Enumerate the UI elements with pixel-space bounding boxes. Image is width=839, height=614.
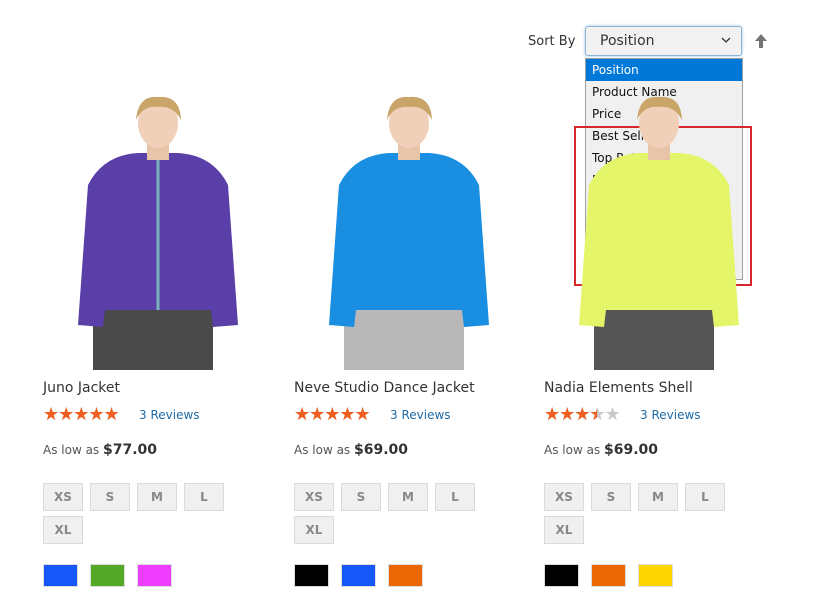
reviews-link[interactable]: 3 Reviews: [390, 408, 451, 422]
sort-selected-value: Position: [600, 33, 655, 49]
color-options: [43, 564, 172, 587]
size-swatch[interactable]: L: [184, 483, 224, 511]
size-swatch[interactable]: M: [388, 483, 428, 511]
color-swatch[interactable]: [638, 564, 673, 587]
arrow-up-icon[interactable]: [754, 33, 768, 49]
price-value: $77.00: [103, 442, 158, 458]
size-swatch[interactable]: S: [341, 483, 381, 511]
color-swatch[interactable]: [388, 564, 423, 587]
price-value: $69.00: [354, 442, 409, 458]
product-price: As low as $77.00: [43, 442, 157, 458]
product-name[interactable]: Neve Studio Dance Jacket: [294, 380, 475, 396]
rating-stars: ★★★★★ ★★★★★: [294, 406, 382, 424]
reviews-link[interactable]: 3 Reviews: [640, 408, 701, 422]
color-swatch[interactable]: [137, 564, 172, 587]
size-swatch[interactable]: M: [137, 483, 177, 511]
product-item: Nadia Elements Shell ★★★★★ ★★★★★ 3 Revie…: [544, 95, 774, 587]
size-swatch[interactable]: XL: [43, 516, 83, 544]
reviews-link[interactable]: 3 Reviews: [139, 408, 200, 422]
product-image[interactable]: [43, 95, 273, 370]
color-swatch[interactable]: [43, 564, 78, 587]
product-name[interactable]: Juno Jacket: [43, 380, 120, 396]
size-swatch[interactable]: L: [685, 483, 725, 511]
color-swatch[interactable]: [341, 564, 376, 587]
size-options: XS S M L XL: [43, 483, 243, 544]
color-swatch[interactable]: [90, 564, 125, 587]
color-swatch[interactable]: [591, 564, 626, 587]
product-rating: ★★★★★ ★★★★★ 3 Reviews: [544, 406, 701, 424]
rating-stars: ★★★★★ ★★★★★: [43, 406, 131, 424]
sort-by-select[interactable]: Position: [585, 26, 742, 56]
product-price: As low as $69.00: [544, 442, 658, 458]
color-options: [544, 564, 673, 587]
product-rating: ★★★★★ ★★★★★ 3 Reviews: [294, 406, 451, 424]
size-swatch[interactable]: M: [638, 483, 678, 511]
star-icons-filled: ★★★★★: [294, 406, 371, 424]
size-swatch[interactable]: S: [90, 483, 130, 511]
sort-option[interactable]: Position: [586, 59, 742, 81]
size-swatch[interactable]: L: [435, 483, 475, 511]
size-swatch[interactable]: XL: [544, 516, 584, 544]
size-swatch[interactable]: XL: [294, 516, 334, 544]
rating-stars: ★★★★★ ★★★★★: [544, 406, 632, 424]
color-options: [294, 564, 423, 587]
price-prefix: As low as: [43, 443, 100, 457]
product-price: As low as $69.00: [294, 442, 408, 458]
color-swatch[interactable]: [294, 564, 329, 587]
chevron-down-icon: [721, 37, 731, 43]
product-image[interactable]: [294, 95, 524, 370]
size-swatch[interactable]: S: [591, 483, 631, 511]
star-icons-filled: ★★★★★: [544, 406, 597, 424]
price-value: $69.00: [604, 442, 659, 458]
price-prefix: As low as: [544, 443, 601, 457]
size-swatch[interactable]: XS: [294, 483, 334, 511]
sort-by-label: Sort By: [528, 34, 576, 49]
product-name[interactable]: Nadia Elements Shell: [544, 380, 693, 396]
star-icons-filled: ★★★★★: [43, 406, 120, 424]
size-swatch[interactable]: XS: [43, 483, 83, 511]
product-item: Neve Studio Dance Jacket ★★★★★ ★★★★★ 3 R…: [294, 95, 524, 587]
product-item: Juno Jacket ★★★★★ ★★★★★ 3 Reviews As low…: [43, 95, 273, 587]
product-image[interactable]: [544, 95, 774, 370]
size-options: XS S M L XL: [544, 483, 744, 544]
product-rating: ★★★★★ ★★★★★ 3 Reviews: [43, 406, 200, 424]
size-swatch[interactable]: XS: [544, 483, 584, 511]
color-swatch[interactable]: [544, 564, 579, 587]
size-options: XS S M L XL: [294, 483, 494, 544]
price-prefix: As low as: [294, 443, 351, 457]
